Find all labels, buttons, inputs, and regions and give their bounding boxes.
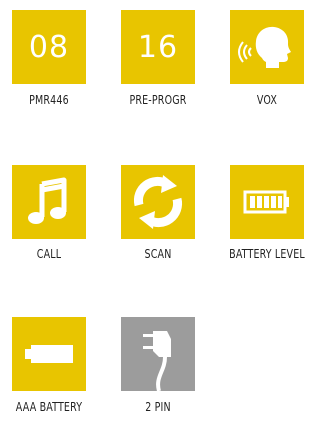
two-pin-connector-icon — [143, 331, 171, 391]
pmr446-tile: 08 — [12, 10, 86, 84]
pre-progr-channel-number: 16 — [137, 29, 179, 65]
aaa-battery-label: AAA BATTERY — [15, 400, 83, 414]
music-note-icon — [28, 177, 67, 224]
aaa-battery-tile — [12, 317, 86, 391]
head-voice-icon — [238, 26, 291, 68]
vox-tile — [230, 10, 304, 84]
vox-label: VOX — [256, 93, 278, 107]
scan-label: SCAN — [144, 247, 172, 261]
aaa-battery-icon — [25, 345, 73, 363]
pre-progr-label: PRE-PROGR — [129, 93, 187, 107]
battery-level-label: BATTERY LEVEL — [229, 247, 305, 261]
call-tile — [12, 165, 86, 239]
battery-level-icon — [243, 190, 289, 214]
refresh-arrows-icon — [133, 175, 183, 229]
battery-level-tile — [230, 165, 304, 239]
pmr446-channel-number: 08 — [28, 29, 70, 65]
two-pin-tile — [121, 317, 195, 391]
call-label: CALL — [36, 247, 62, 261]
two-pin-label: 2 PIN — [145, 400, 171, 414]
pre-progr-tile: 16 — [121, 10, 195, 84]
pmr446-label: PMR446 — [29, 93, 69, 107]
scan-tile — [121, 165, 195, 239]
